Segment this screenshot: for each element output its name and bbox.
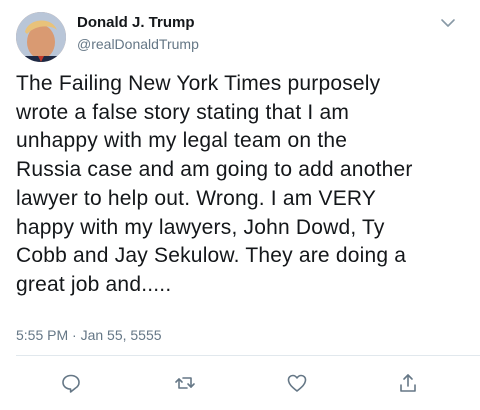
- user-handle[interactable]: @realDonaldTrump: [77, 35, 199, 53]
- chevron-down-icon[interactable]: [440, 16, 456, 28]
- avatar-image: [16, 12, 66, 62]
- retweet-icon: [175, 377, 195, 389]
- reply-icon: [62, 374, 80, 393]
- tweet-timestamp[interactable]: 5:55 PM · Jan 55, 5555: [16, 326, 162, 344]
- like-button[interactable]: [286, 372, 308, 394]
- tweet-card: Donald J. Trump @realDonaldTrump The Fai…: [0, 0, 480, 410]
- share-icon: [400, 374, 416, 392]
- divider: [16, 355, 480, 356]
- display-name[interactable]: Donald J. Trump: [77, 14, 195, 32]
- like-icon: [287, 374, 307, 392]
- share-button[interactable]: [397, 372, 419, 394]
- reply-button[interactable]: [60, 372, 82, 394]
- tweet-text: The Failing New York Times purposely wro…: [16, 72, 413, 296]
- retweet-button[interactable]: [174, 372, 196, 394]
- avatar[interactable]: [16, 12, 66, 62]
